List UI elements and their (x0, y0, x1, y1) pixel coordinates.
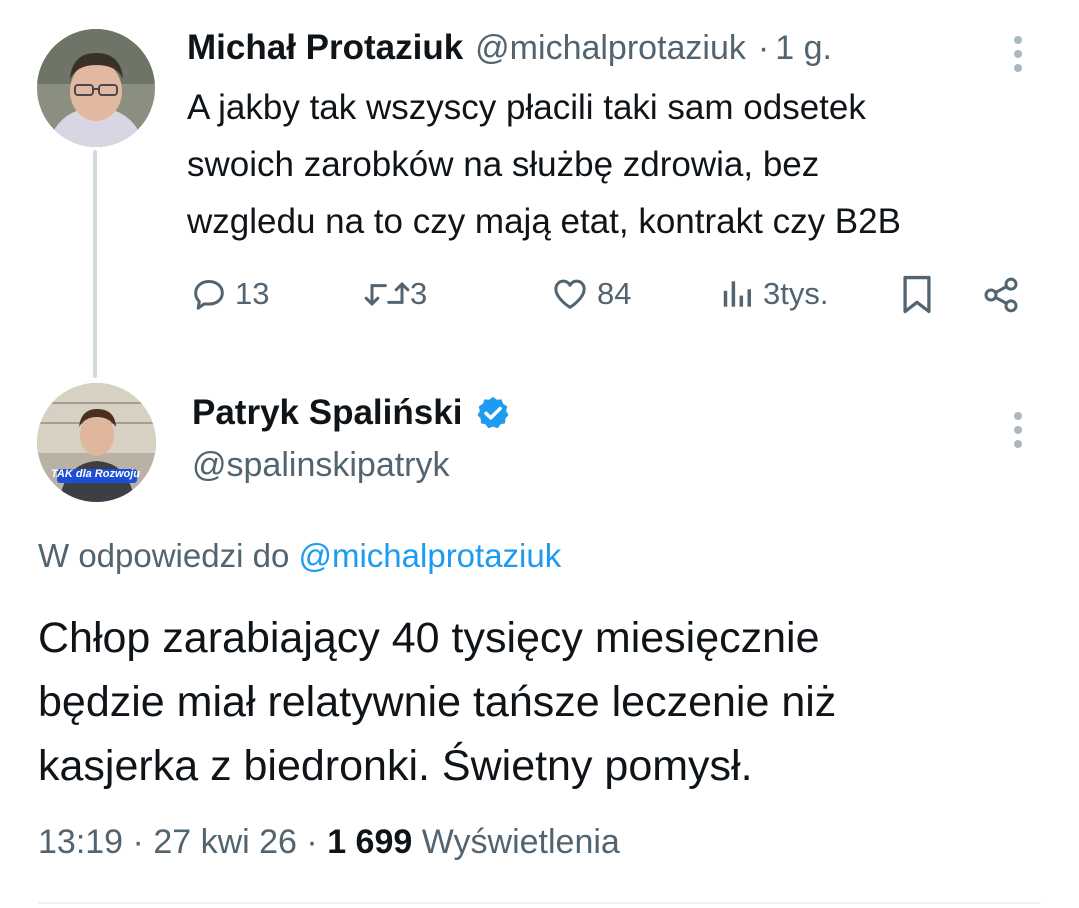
meta-separator: · (132, 823, 144, 861)
repost-button[interactable]: 3 (362, 274, 427, 314)
meta-separator: · (757, 29, 770, 67)
repost-icon (364, 282, 410, 306)
reply-to-prefix: W odpowiedzi do (38, 537, 290, 574)
verified-badge-icon (477, 396, 509, 429)
like-icon (554, 279, 586, 309)
like-count: 84 (597, 276, 632, 311)
tweet-text-line: Chłop zarabiający 40 tysięcy miesięcznie (38, 614, 820, 662)
more-icon[interactable] (1014, 36, 1022, 72)
tweet-text-line: kasjerka z biedronki. Świetny pomysł. (38, 742, 753, 790)
tweet-text-line: będzie miał relatywnie tańsze leczenie n… (38, 678, 837, 726)
views-count: 3tys. (763, 276, 829, 311)
author-handle[interactable]: @spalinskipatryk (192, 446, 450, 485)
divider (38, 902, 1041, 904)
share-button[interactable] (980, 275, 1022, 320)
like-button[interactable]: 84 (549, 274, 631, 314)
reply-context: W odpowiedzi do @michalprotaziuk (38, 537, 561, 575)
bookmark-button[interactable] (898, 273, 936, 322)
main-tweet-text: Chłop zarabiający 40 tysięcy miesięcznie… (38, 606, 1048, 798)
tweet-timestamp: 13:19 · 27 kwi 26 · 1 699 Wyświetlenia (38, 823, 620, 862)
reply-count: 13 (235, 276, 270, 311)
avatar-photo-icon (37, 383, 156, 502)
avatar-michal-protaziuk[interactable] (37, 29, 155, 147)
repost-count: 3 (410, 276, 428, 311)
avatar-caption: TAK dla Rozwoju (51, 468, 141, 480)
reply-icon (194, 280, 224, 310)
bookmark-icon (903, 275, 931, 314)
parent-tweet-text: A jakby tak wszyscy płacili taki sam ods… (187, 79, 1047, 250)
share-icon (984, 277, 1018, 313)
reply-button[interactable]: 13 (189, 274, 269, 314)
more-icon[interactable] (1014, 412, 1022, 448)
main-tweet-author: Patryk Spaliński (192, 393, 512, 433)
author-name[interactable]: Michał Protaziuk (187, 28, 463, 68)
meta-separator: · (306, 823, 318, 861)
views-count: 1 699 (327, 823, 413, 861)
parent-tweet-header: Michał Protaziuk @michalprotaziuk · 1 g. (187, 28, 832, 68)
reply-to-mention-link[interactable]: @michalprotaziuk (298, 537, 561, 574)
thread-connector-line (93, 150, 97, 378)
avatar-photo-icon (37, 29, 155, 147)
avatar-patryk-spalinski[interactable]: TAK dla Rozwoju (37, 383, 156, 502)
author-name[interactable]: Patryk Spaliński (192, 393, 462, 433)
tweet-text-line: swoich zarobków na służbę zdrowia, bez (187, 145, 820, 184)
tweet-text-line: wzgledu na to czy mają etat, kontrakt cz… (187, 202, 901, 241)
tweet-date[interactable]: 27 kwi 26 (153, 823, 297, 861)
tweet-text-line: A jakby tak wszyscy płacili taki sam ods… (187, 88, 866, 127)
views-button[interactable]: 3tys. (719, 274, 828, 314)
time-ago[interactable]: 1 g. (775, 29, 832, 68)
views-label[interactable]: Wyświetlenia (422, 823, 620, 861)
views-icon (723, 281, 751, 307)
tweet-time[interactable]: 13:19 (38, 823, 123, 861)
author-handle[interactable]: @michalprotaziuk (475, 29, 746, 68)
